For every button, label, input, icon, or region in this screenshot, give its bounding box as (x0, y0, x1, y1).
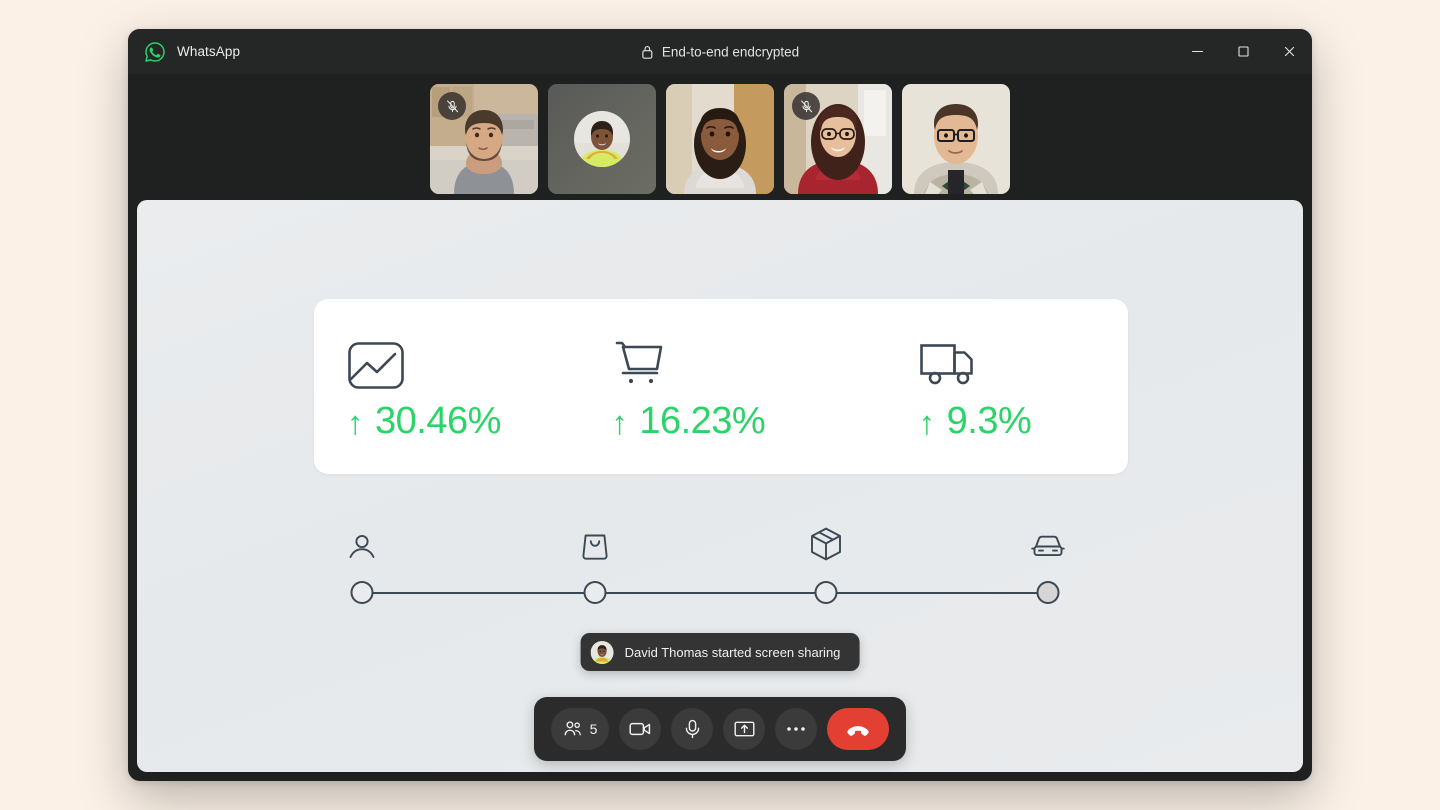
participant-tile-3[interactable] (666, 84, 774, 194)
trend-up-arrow: ↑ (611, 403, 628, 441)
trend-up-arrow: ↑ (347, 403, 364, 441)
camera-button[interactable] (619, 708, 661, 750)
participant-tile-4[interactable] (784, 84, 892, 194)
mic-off-icon (800, 99, 812, 112)
maximize-icon (1237, 46, 1249, 57)
participants-count: 5 (589, 721, 598, 737)
participant-tile-2[interactable] (548, 84, 656, 194)
people-icon (564, 721, 581, 736)
participant-tile-5[interactable] (902, 84, 1010, 194)
journey-node-2[interactable] (583, 581, 607, 604)
maximize-button[interactable] (1220, 29, 1266, 74)
participant-tile-1[interactable] (430, 84, 538, 194)
car-icon (1030, 522, 1066, 562)
journey-node-4[interactable] (1036, 581, 1060, 604)
whatsapp-window: WhatsApp End-to-end endcrypted ↑ 30.46% … (128, 29, 1312, 781)
metric-value-cart: ↑ 16.23% (611, 402, 765, 440)
metric-value-conversion: ↑ 30.46% (347, 402, 501, 440)
app-name: WhatsApp (177, 44, 241, 59)
share-screen-button[interactable] (723, 708, 765, 750)
journey-icons (349, 522, 1065, 568)
microphone-button[interactable] (671, 708, 713, 750)
user-avatar (590, 640, 614, 664)
more-dots-icon (787, 727, 805, 731)
journey-node-3[interactable] (814, 581, 838, 604)
metric-number: 16.23% (639, 399, 766, 442)
close-button[interactable] (1266, 29, 1312, 74)
package-box-icon (809, 522, 843, 562)
toast-message: David Thomas started screen sharing (624, 644, 841, 660)
shopping-bag-icon (580, 522, 610, 562)
mute-indicator-1 (438, 92, 466, 120)
more-options-button[interactable] (775, 708, 817, 750)
shopping-cart-icon (611, 334, 669, 394)
end-call-button[interactable] (827, 708, 889, 750)
minimize-icon (1191, 50, 1203, 53)
metric-value-delivery: ↑ 9.3% (919, 402, 1032, 440)
avatar (574, 111, 630, 167)
participant-video-5 (902, 84, 1010, 194)
metric-number: 9.3% (946, 399, 1032, 442)
microphone-icon (685, 719, 699, 739)
customer-journey-track (349, 522, 1065, 612)
shared-screen-content: ↑ 30.46% ↑ 16.23% ↑ 9.3% David Thomas st… (137, 200, 1303, 772)
video-camera-icon (629, 722, 651, 736)
image-chart-icon (347, 334, 405, 394)
metric-cart: ↑ 16.23% (556, 334, 820, 440)
app-brand: WhatsApp (144, 41, 240, 63)
lock-icon (641, 44, 654, 59)
share-screen-icon (734, 721, 754, 737)
metric-conversion: ↑ 30.46% (314, 334, 556, 440)
participant-video-3 (666, 84, 774, 194)
toast-user-avatar (590, 640, 614, 664)
metrics-card: ↑ 30.46% ↑ 16.23% ↑ 9.3% (314, 299, 1128, 474)
end-call-icon (847, 725, 869, 736)
stage: ↑ 30.46% ↑ 16.23% ↑ 9.3% David Thomas st… (128, 200, 1312, 781)
user-avatar (574, 111, 630, 167)
encryption-label: End-to-end endcrypted (661, 44, 800, 59)
trend-up-arrow: ↑ (918, 403, 936, 441)
whatsapp-logo-icon (144, 41, 166, 63)
screen-share-toast: David Thomas started screen sharing (580, 633, 860, 671)
journey-line (362, 592, 1048, 594)
participant-thumbnail-strip (128, 74, 1312, 200)
user-icon (347, 522, 377, 562)
encryption-status: End-to-end endcrypted (641, 44, 799, 59)
participants-button[interactable]: 5 (551, 708, 609, 750)
delivery-truck-icon (919, 334, 983, 394)
close-icon (1284, 46, 1294, 57)
minimize-button[interactable] (1174, 29, 1220, 74)
mute-indicator-4 (792, 92, 820, 120)
metric-delivery: ↑ 9.3% (821, 334, 1128, 440)
journey-node-1[interactable] (350, 581, 374, 604)
mic-off-icon (446, 99, 458, 112)
metric-number: 30.46% (375, 399, 501, 442)
titlebar: WhatsApp End-to-end endcrypted (128, 29, 1312, 74)
window-controls (1174, 29, 1312, 74)
call-control-bar: 5 (534, 697, 906, 761)
